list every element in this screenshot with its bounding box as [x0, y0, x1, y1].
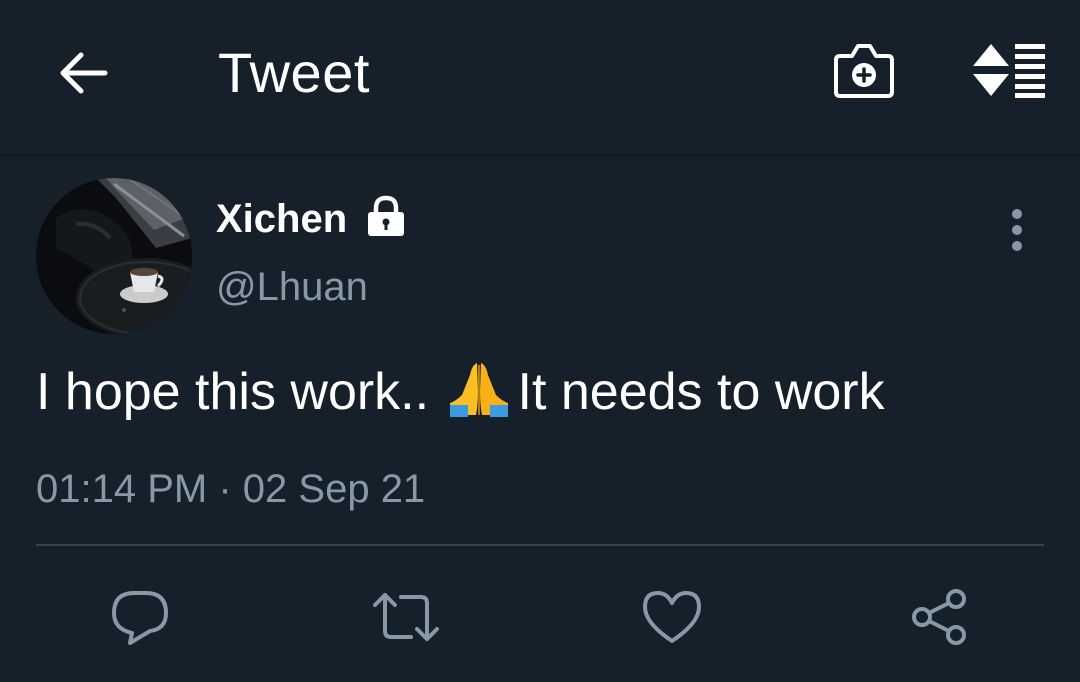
share-icon [912, 589, 966, 645]
divider [36, 544, 1044, 546]
page-title: Tweet [218, 41, 370, 104]
share-button[interactable] [904, 584, 976, 650]
tweet-timestamp: 01:14 PM · 02 Sep 21 [36, 464, 425, 514]
timestamp-separator: · [218, 467, 232, 511]
tweet-date: 02 Sep 21 [242, 467, 426, 511]
top-app-bar: Tweet [0, 0, 1080, 156]
tweet-text: I hope this work.. It needs to work [36, 360, 1046, 424]
avatar[interactable] [36, 178, 192, 334]
add-photo-button[interactable] [828, 36, 900, 106]
like-button[interactable] [636, 584, 708, 650]
retweet-button[interactable] [370, 584, 442, 650]
tweet-detail-screen: Tweet Xichen @Lhuan I hope this work.. I… [0, 0, 1080, 682]
back-button[interactable] [50, 44, 116, 102]
more-options-button[interactable] [994, 200, 1040, 260]
reply-icon [112, 591, 168, 645]
retweet-icon [373, 593, 439, 641]
author-handle[interactable]: @Lhuan [216, 262, 368, 312]
arrow-left-icon [60, 52, 108, 94]
tweet-text-end: It needs to work [517, 363, 885, 421]
folded-hands-emoji [449, 363, 508, 417]
sort-thread-icon [973, 44, 1045, 98]
camera-add-icon [834, 44, 894, 98]
tweet-text-start: I hope this work.. [36, 363, 430, 421]
avatar-photo [36, 178, 192, 334]
like-icon [643, 591, 701, 643]
author-name[interactable]: Xichen [216, 194, 347, 244]
reply-button[interactable] [104, 584, 176, 650]
thread-sort-button[interactable] [964, 38, 1050, 102]
tweet-time: 01:14 PM [36, 467, 208, 511]
more-vertical-icon [1012, 209, 1022, 251]
lock-icon [368, 195, 404, 236]
